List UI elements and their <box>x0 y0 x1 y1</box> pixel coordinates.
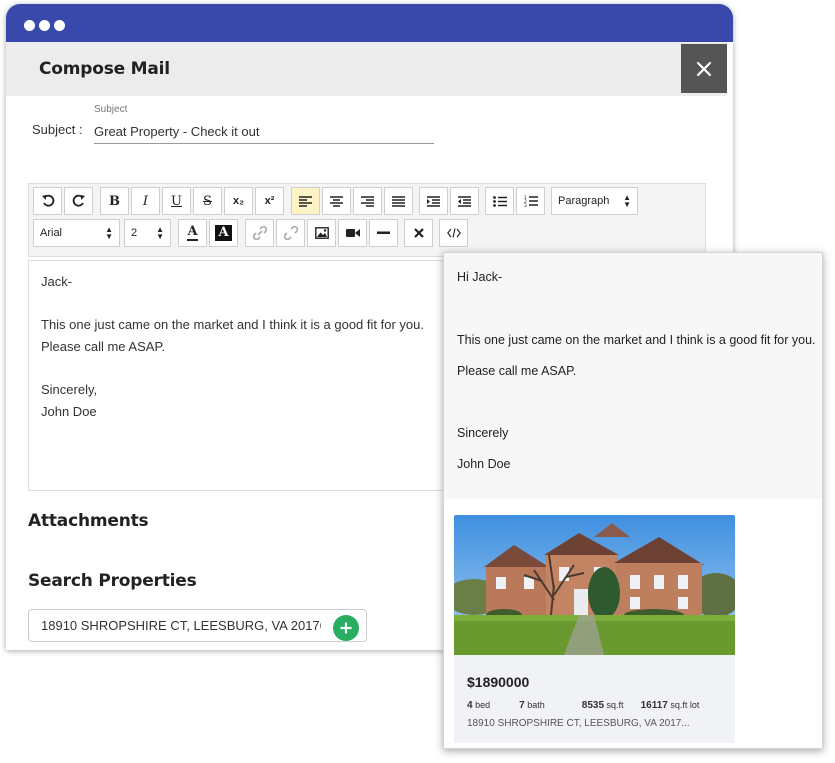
outdent-icon <box>458 195 471 207</box>
align-center-button[interactable] <box>322 187 351 215</box>
editor-line: Sincerely, <box>41 382 98 397</box>
search-properties-heading: Search Properties <box>28 571 197 591</box>
insert-image-button[interactable] <box>307 219 336 247</box>
property-photo <box>454 515 735 655</box>
compose-header: Compose Mail <box>6 42 727 96</box>
video-icon <box>345 229 360 237</box>
horizontal-rule-button[interactable] <box>369 219 398 247</box>
message-editor[interactable]: Jack- This one just came on the market a… <box>28 260 448 491</box>
align-left-icon <box>299 195 312 207</box>
underline-button[interactable]: U <box>162 187 191 215</box>
font-family-value: Arial <box>40 227 63 239</box>
font-color-button[interactable]: A <box>178 219 207 247</box>
window-titlebar <box>6 4 733 42</box>
svg-text:3: 3 <box>524 203 527 207</box>
font-color-icon: A <box>187 224 198 241</box>
preview-line: John Doe <box>457 457 511 471</box>
property-stats: 4 bed 7 bath 8535 sq.ft 16117 sq.ft lot <box>467 700 699 711</box>
preview-line: Sincerely <box>457 426 509 440</box>
font-family-select[interactable]: Arial ▲ ▼ <box>33 219 120 247</box>
redo-button[interactable] <box>64 187 93 215</box>
subject-input[interactable] <box>94 120 434 144</box>
editor-line: Jack- <box>41 274 73 289</box>
subject-floating-label: Subject <box>94 104 128 115</box>
close-icon <box>696 61 712 76</box>
numbered-list-icon: 123 <box>524 195 538 207</box>
bullet-list-icon <box>492 195 507 207</box>
window-dot-icon <box>24 20 35 31</box>
add-property-button[interactable] <box>333 615 359 641</box>
superscript-button[interactable]: x² <box>255 187 284 215</box>
editor-line: Please call me ASAP. <box>41 339 166 354</box>
insert-video-button[interactable] <box>338 219 367 247</box>
align-center-icon <box>330 195 343 207</box>
indent-icon <box>427 195 440 207</box>
preview-message: Hi Jack- This one just came on the marke… <box>444 253 822 499</box>
editor-line: This one just came on the market and I t… <box>41 317 424 332</box>
image-icon <box>314 227 329 239</box>
code-view-button[interactable] <box>439 219 468 247</box>
property-search-box <box>28 609 367 642</box>
window-dot-icon <box>54 20 65 31</box>
code-icon <box>446 228 461 238</box>
subject-label: Subject : <box>32 122 83 137</box>
window-dot-icon <box>39 20 50 31</box>
numbered-list-button[interactable]: 123 <box>516 187 545 215</box>
font-size-value: 2 <box>131 227 138 239</box>
beds-count: 4 <box>467 700 473 711</box>
font-size-select[interactable]: 2 ▲ ▼ <box>124 219 171 247</box>
italic-button[interactable]: I <box>131 187 160 215</box>
clear-format-button[interactable] <box>404 219 433 247</box>
editor-toolbar: B I U S x₂ x² 123 Paragraph ▲ ▼ Arial ▲ … <box>28 183 706 257</box>
strikethrough-button[interactable]: S <box>193 187 222 215</box>
align-right-icon <box>361 195 374 207</box>
bold-button[interactable]: B <box>100 187 129 215</box>
lot-size-unit: sq.ft lot <box>670 700 700 710</box>
sqft-unit: sq.ft <box>606 700 624 710</box>
sqft-value: 8535 <box>581 700 605 711</box>
outdent-button[interactable] <box>450 187 479 215</box>
clear-format-icon <box>413 228 424 238</box>
align-left-button[interactable] <box>291 187 320 215</box>
baths-unit: bath <box>527 700 545 710</box>
property-card[interactable]: $1890000 4 bed 7 bath 8535 sq.ft 16117 s… <box>454 515 735 743</box>
block-format-value: Paragraph <box>558 195 610 207</box>
property-address: 18910 SHROPSHIRE CT, LEESBURG, VA 2017..… <box>467 718 690 729</box>
email-preview: Hi Jack- This one just came on the marke… <box>443 252 823 749</box>
block-format-select[interactable]: Paragraph ▲ ▼ <box>551 187 638 215</box>
attachments-heading: Attachments <box>28 511 149 531</box>
plus-icon <box>340 622 352 634</box>
indent-button[interactable] <box>419 187 448 215</box>
preview-line: Hi Jack- <box>457 270 503 284</box>
undo-icon <box>41 194 54 207</box>
unlink-icon <box>283 226 298 240</box>
baths-count: 7 <box>519 700 525 711</box>
align-right-button[interactable] <box>353 187 382 215</box>
link-button[interactable] <box>245 219 274 247</box>
select-caret-icon: ▲ ▼ <box>156 225 164 241</box>
preview-line: Please call me ASAP. <box>457 364 577 378</box>
subscript-button[interactable]: x₂ <box>224 187 253 215</box>
align-justify-button[interactable] <box>384 187 413 215</box>
redo-icon <box>72 194 85 207</box>
align-justify-icon <box>392 195 405 207</box>
property-search-input[interactable] <box>41 618 321 633</box>
highlight-color-icon: A <box>215 225 232 241</box>
select-caret-icon: ▲ ▼ <box>623 193 631 209</box>
preview-line: This one just came on the market and I t… <box>457 333 816 347</box>
editor-line: John Doe <box>41 404 97 419</box>
bullet-list-button[interactable] <box>485 187 514 215</box>
link-icon <box>252 226 267 240</box>
horizontal-rule-icon <box>377 231 390 234</box>
unlink-button[interactable] <box>276 219 305 247</box>
highlight-color-button[interactable]: A <box>209 219 238 247</box>
undo-button[interactable] <box>33 187 62 215</box>
page-title: Compose Mail <box>39 59 170 79</box>
property-price: $1890000 <box>467 674 530 690</box>
lot-size-value: 16117 <box>640 700 668 711</box>
select-caret-icon: ▲ ▼ <box>105 225 113 241</box>
close-button[interactable] <box>681 44 727 93</box>
beds-unit: bed <box>475 700 491 710</box>
